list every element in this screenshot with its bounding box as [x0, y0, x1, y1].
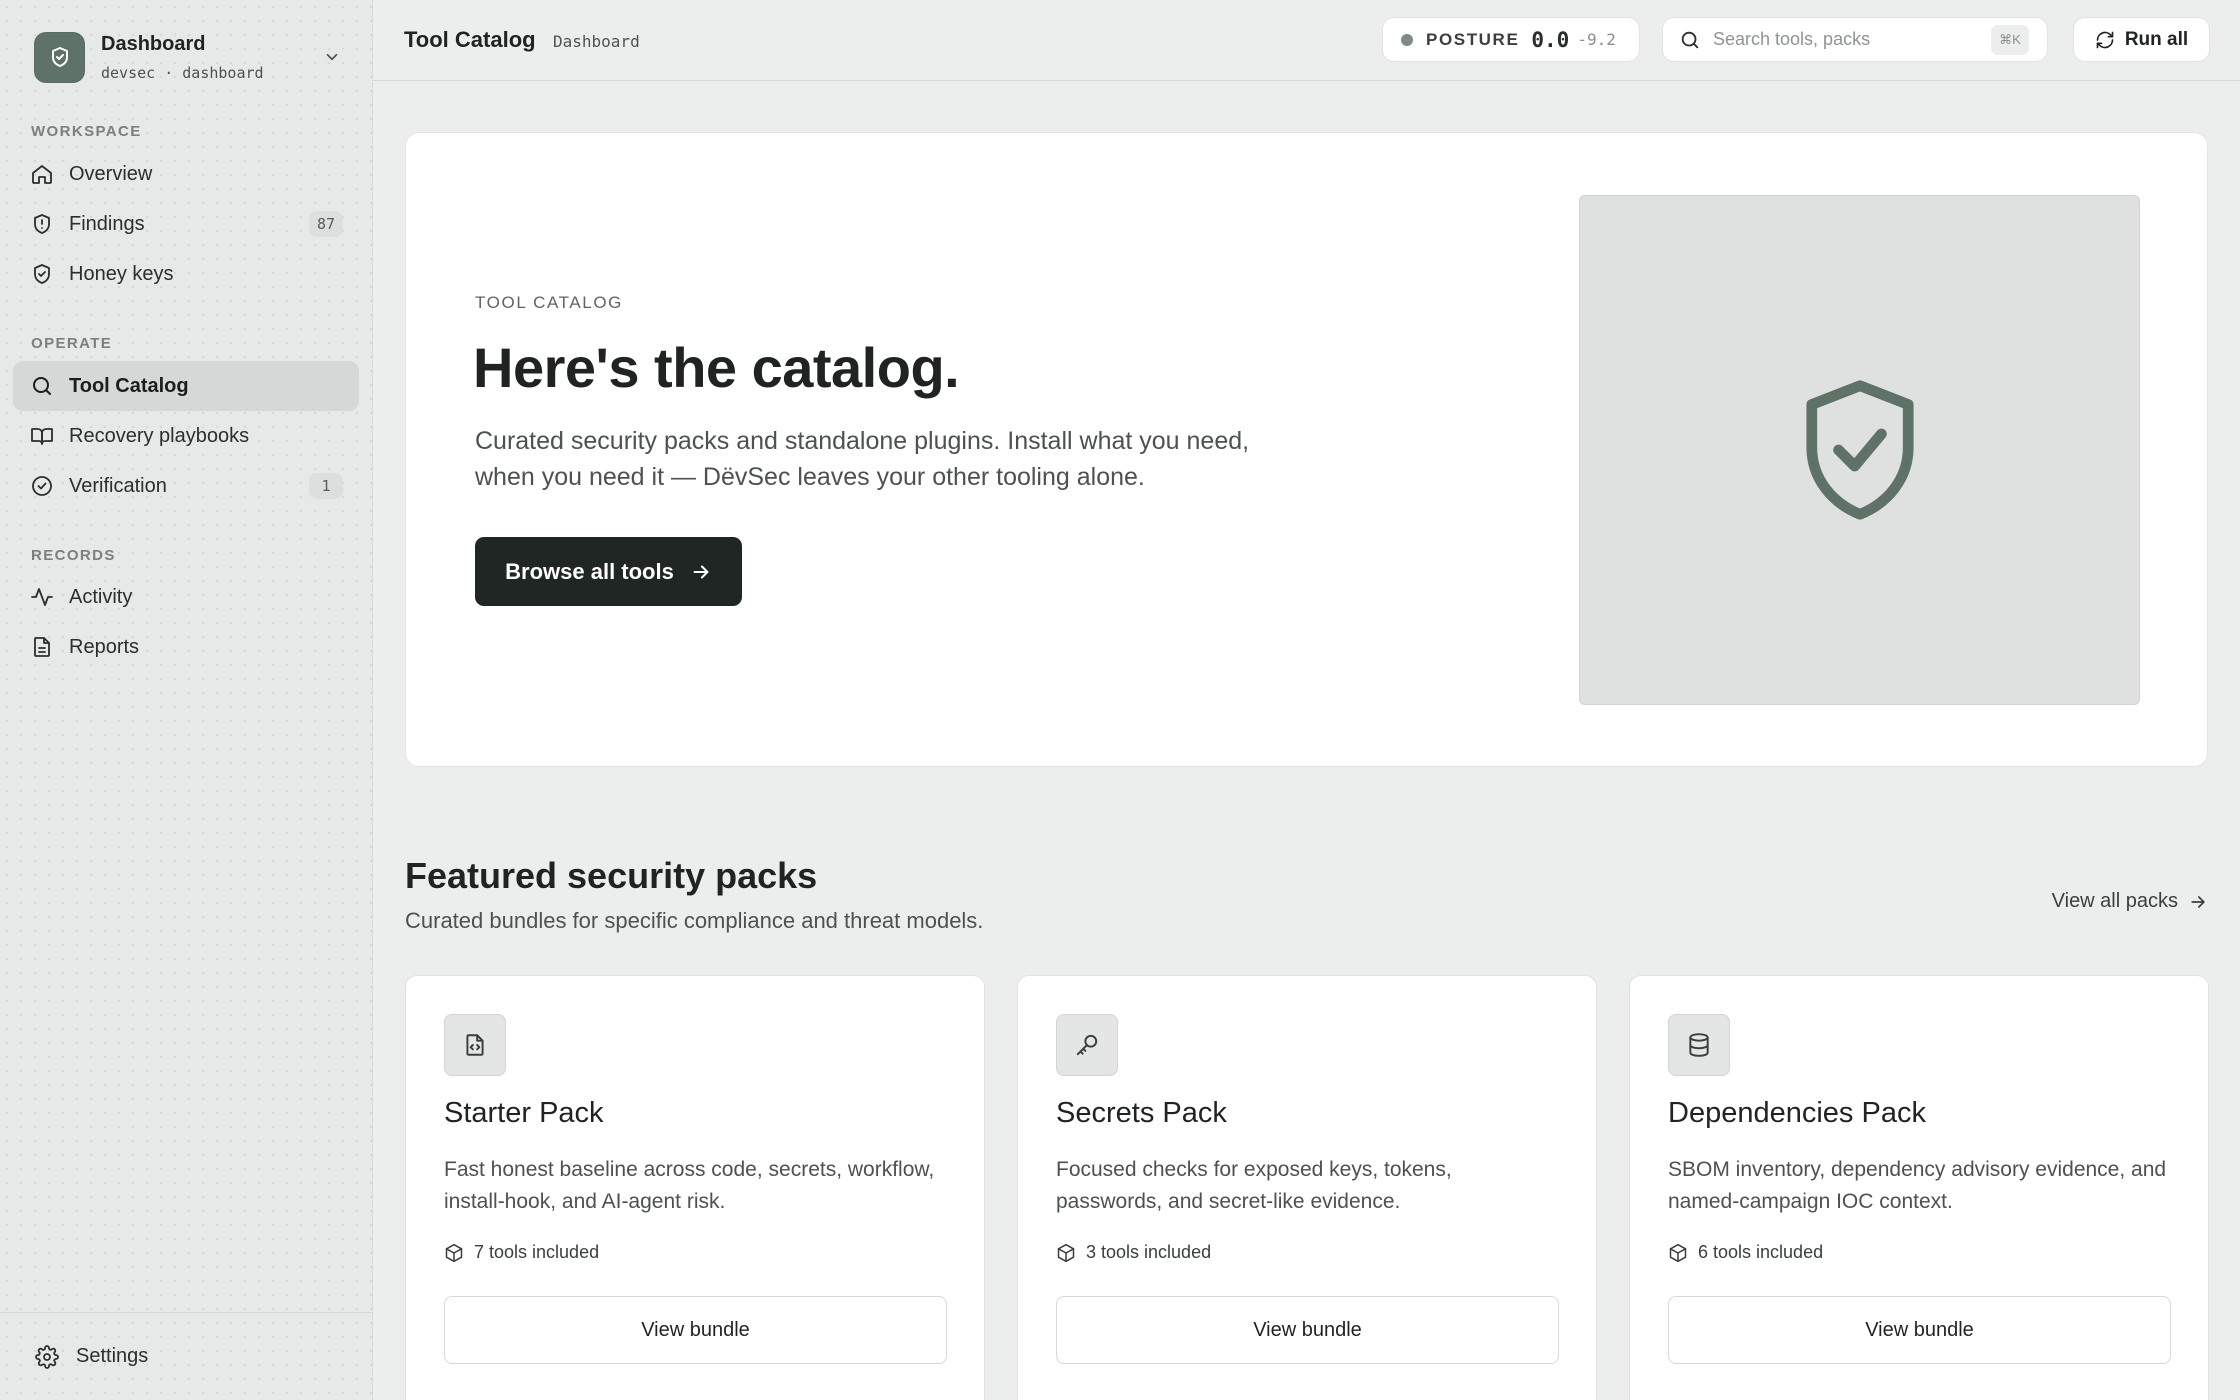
arrow-right-icon: [2188, 892, 2208, 912]
count-badge: 87: [308, 211, 343, 237]
breadcrumb[interactable]: Dashboard: [553, 32, 640, 51]
workspace-slug: devsec · dashboard: [101, 64, 264, 82]
section-subtitle: Curated bundles for specific compliance …: [405, 908, 984, 933]
book-icon: [29, 423, 55, 449]
sidebar-item-label: Overview: [69, 162, 153, 185]
sidebar-item-tool-catalog[interactable]: Tool Catalog: [13, 361, 359, 411]
sidebar-item-verification[interactable]: Verification 1: [13, 461, 359, 511]
search-bar[interactable]: ⌘K: [1662, 17, 2048, 62]
sidebar-item-activity[interactable]: Activity: [13, 572, 359, 622]
browse-all-tools-button[interactable]: Browse all tools: [475, 537, 742, 606]
shield-alert-icon: [29, 211, 55, 237]
pack-card-secrets: Secrets Pack Focused checks for exposed …: [1017, 975, 1597, 1400]
pack-card-starter: Starter Pack Fast honest baseline across…: [405, 975, 985, 1400]
shield-check-icon: [34, 31, 85, 83]
sidebar-item-label: Honey keys: [69, 262, 174, 285]
sidebar: Dashboard devsec · dashboard WORKSPACE O…: [0, 0, 373, 1400]
pack-description: Fast honest baseline across code, secret…: [444, 1158, 935, 1213]
sidebar-item-label: Recovery playbooks: [69, 424, 250, 447]
sidebar-item-label: Activity: [69, 585, 133, 608]
run-all-label: Run all: [2124, 28, 2189, 50]
file-code-icon: [444, 1014, 506, 1076]
run-all-button[interactable]: Run all: [2073, 17, 2210, 62]
search-icon: [1679, 29, 1701, 51]
posture-delta: -9.2: [1577, 30, 1616, 49]
hero-title: Here's the catalog.: [473, 336, 960, 399]
arrow-right-icon: [690, 561, 712, 583]
section-title: Featured security packs: [405, 855, 818, 896]
hero-description: Curated security packs and standalone pl…: [475, 427, 1250, 491]
top-bar: Tool Catalog Dashboard POSTURE 0.0 -9.2 …: [373, 0, 2240, 81]
sidebar-item-label: Verification: [69, 474, 167, 497]
package-icon: [1056, 1243, 1076, 1263]
sidebar-item-settings[interactable]: Settings: [0, 1312, 372, 1400]
chevron-down-icon[interactable]: [320, 45, 344, 69]
document-icon: [29, 634, 55, 660]
sidebar-item-label: Findings: [69, 212, 145, 235]
pack-title: Starter Pack: [444, 1097, 604, 1129]
refresh-icon: [2095, 30, 2115, 50]
sidebar-item-label: Tool Catalog: [69, 374, 189, 397]
sidebar-item-recovery-playbooks[interactable]: Recovery playbooks: [13, 411, 359, 461]
workspace-switcher[interactable]: Dashboard devsec · dashboard: [34, 29, 344, 85]
posture-indicator[interactable]: POSTURE 0.0 -9.2: [1382, 17, 1640, 62]
sidebar-item-label: Reports: [69, 635, 140, 658]
section-label-records: RECORDS: [31, 547, 116, 564]
section-label-operate: OPERATE: [31, 335, 113, 352]
pack-title: Secrets Pack: [1056, 1097, 1227, 1129]
sidebar-item-honey-keys[interactable]: Honey keys: [13, 249, 359, 299]
pack-tool-count: 3 tools included: [1056, 1242, 1211, 1263]
pack-tool-count: 6 tools included: [1668, 1242, 1823, 1263]
search-icon: [29, 373, 55, 399]
pack-meta-label: 7 tools included: [474, 1242, 600, 1262]
shield-check-icon: [1805, 380, 1914, 520]
gear-icon: [34, 1344, 60, 1370]
view-all-packs-label: View all packs: [2051, 890, 2178, 912]
view-all-packs-link[interactable]: View all packs: [2052, 890, 2208, 913]
browse-all-tools-label: Browse all tools: [505, 558, 674, 584]
hero-card: TOOL CATALOG Here's the catalog. Curated…: [405, 132, 2208, 767]
home-icon: [29, 161, 55, 187]
activity-icon: [29, 584, 55, 610]
sidebar-item-label: Settings: [76, 1345, 149, 1367]
pack-meta-label: 3 tools included: [1086, 1242, 1212, 1262]
package-icon: [444, 1243, 464, 1263]
sidebar-item-overview[interactable]: Overview: [13, 149, 359, 199]
status-dot: [1401, 33, 1413, 46]
database-icon: [1668, 1014, 1730, 1076]
workspace-name: Dashboard: [101, 33, 206, 55]
key-icon: [1056, 1014, 1118, 1076]
check-circle-icon: [29, 473, 55, 499]
search-input[interactable]: [1713, 29, 1983, 50]
count-badge: 1: [309, 473, 343, 499]
posture-label: POSTURE: [1426, 29, 1520, 49]
pack-title: Dependencies Pack: [1668, 1097, 1926, 1129]
section-label-workspace: WORKSPACE: [31, 123, 142, 140]
shield-check-icon: [29, 261, 55, 287]
pack-card-dependencies: Dependencies Pack SBOM inventory, depend…: [1629, 975, 2209, 1400]
page-title: Tool Catalog: [404, 27, 536, 52]
view-bundle-button[interactable]: View bundle: [1668, 1296, 2171, 1364]
sidebar-item-findings[interactable]: Findings 87: [13, 199, 359, 249]
hero-eyebrow: TOOL CATALOG: [475, 293, 623, 312]
pack-meta-label: 6 tools included: [1698, 1242, 1824, 1262]
pack-tool-count: 7 tools included: [444, 1242, 599, 1263]
view-bundle-button[interactable]: View bundle: [444, 1296, 947, 1364]
posture-score: 0.0: [1531, 27, 1570, 52]
sidebar-item-reports[interactable]: Reports: [13, 622, 359, 672]
view-bundle-button[interactable]: View bundle: [1056, 1296, 1559, 1364]
hero-illustration: [1579, 195, 2140, 705]
pack-description: SBOM inventory, dependency advisory evid…: [1668, 1158, 2167, 1213]
keyboard-shortcut: ⌘K: [1991, 24, 2029, 55]
package-icon: [1668, 1243, 1688, 1263]
pack-description: Focused checks for exposed keys, tokens,…: [1056, 1158, 1452, 1213]
